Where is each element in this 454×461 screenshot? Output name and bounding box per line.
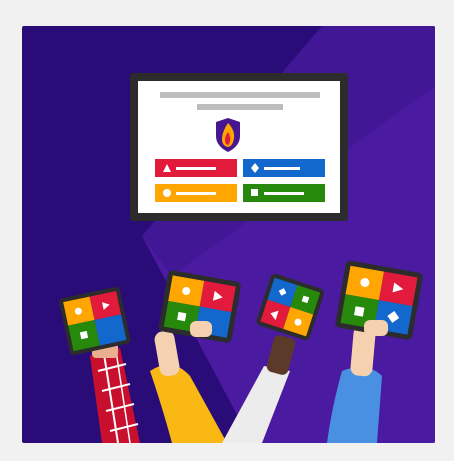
answer-text-line: [264, 167, 300, 170]
presentation-monitor: [130, 73, 348, 221]
hand-skin: [190, 321, 212, 337]
hand-skin: [364, 320, 388, 336]
kahoot-illustration: [22, 26, 435, 443]
answer-text-line: [176, 167, 216, 170]
square-icon: [354, 306, 365, 317]
answer-text-line: [264, 192, 304, 195]
square-icon: [251, 189, 258, 196]
question-text-line-2: [197, 104, 283, 110]
square-icon: [79, 330, 89, 340]
circle-icon: [163, 189, 171, 197]
illustration-canvas: [22, 26, 435, 443]
square-icon: [177, 311, 187, 322]
answer-text-line: [176, 192, 216, 195]
question-text-line: [160, 92, 320, 98]
image-frame: [0, 0, 454, 461]
